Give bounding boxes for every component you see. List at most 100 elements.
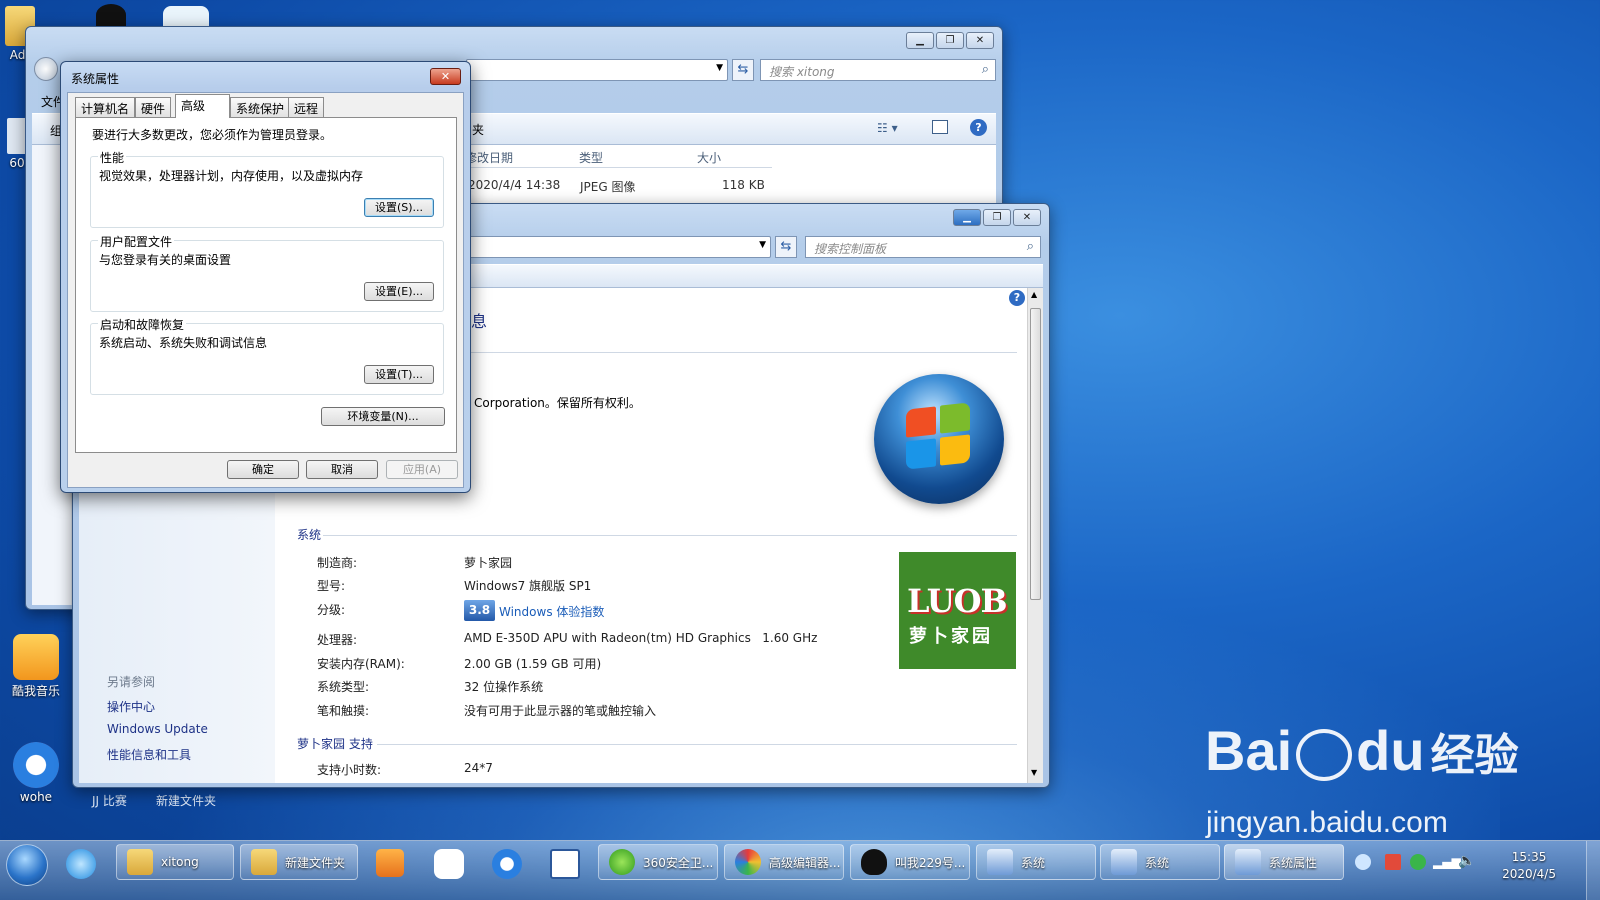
baidu-watermark: Bai du 经验 (1205, 719, 1519, 782)
tab-system-protection[interactable]: 系统保护 (230, 97, 291, 117)
cancel-button[interactable]: 取消 (306, 460, 378, 479)
start-button[interactable] (6, 844, 48, 886)
tab-remote[interactable]: 远程 (288, 97, 325, 117)
experience-index-link[interactable]: Windows 体验指数 (499, 603, 604, 620)
environment-variables-button[interactable]: 环境变量(N)... (321, 407, 445, 426)
link-performance-tools[interactable]: 性能信息和工具 (107, 746, 191, 763)
qq-desktop-icon[interactable] (96, 4, 126, 26)
info-support-hours: 24*7 (464, 761, 493, 775)
tab-computer-name[interactable]: 计算机名 (75, 97, 136, 117)
system-icon (987, 849, 1013, 875)
minimize-button[interactable]: ▁ (906, 32, 934, 49)
info-label: 安装内存(RAM): (317, 657, 405, 671)
back-button[interactable] (34, 57, 58, 81)
maximize-button[interactable]: ❐ (936, 32, 964, 49)
startup-recovery-group: 启动和故障恢复 系统启动、系统失败和调试信息 设置(T)... (90, 316, 444, 395)
ok-button[interactable]: 确定 (227, 460, 299, 479)
tray-volume-icon[interactable]: 🔈 (1458, 853, 1475, 869)
taskbar-item-new-folder[interactable]: 新建文件夹 (240, 844, 358, 880)
view-options-icon[interactable]: ☷ ▾ (877, 121, 898, 135)
info-pen-touch: 没有可用于此显示器的笔或触控输入 (464, 704, 657, 718)
see-also-title: 另请参阅 (107, 675, 156, 689)
scrollbar-thumb[interactable] (1030, 308, 1041, 600)
desktop-label-jj[interactable]: JJ 比赛 (92, 792, 127, 809)
maximize-button[interactable]: ❐ (983, 209, 1011, 226)
desktop-icon-wohe[interactable]: wohe (6, 742, 66, 804)
tray-signal-icon[interactable]: ▂▄▆ (1433, 855, 1461, 869)
refresh-icon[interactable]: ⇆ (775, 236, 797, 258)
oem-logo-brand: LUOB (907, 582, 1008, 620)
help-icon[interactable]: ? (970, 119, 987, 136)
tab-hardware[interactable]: 硬件 (135, 97, 172, 117)
performance-settings-button[interactable]: 设置(S)... (364, 198, 434, 217)
system-properties-dialog[interactable]: 系统属性 ✕ 计算机名 硬件 高级 系统保护 远程 要进行大多数更改，您必须作为… (60, 61, 471, 493)
tray-360-icon[interactable] (1410, 854, 1426, 870)
app-desktop-icon[interactable] (163, 6, 209, 26)
refresh-icon[interactable]: ⇆ (732, 59, 754, 81)
taskbar-item-system-properties[interactable]: 系统属性 (1224, 844, 1344, 880)
explorer-search-input[interactable]: 搜索 xitong ⌕ (760, 59, 996, 81)
editor-icon (735, 849, 761, 875)
taskbar-item-360[interactable]: 360安全卫... (598, 844, 718, 880)
ie-icon[interactable] (66, 849, 96, 879)
user-profiles-desc: 与您登录有关的桌面设置 (99, 253, 232, 267)
taskbar-item-editor[interactable]: 高级编辑器... (724, 844, 844, 880)
user-profiles-settings-button[interactable]: 设置(E)... (364, 282, 434, 301)
taskbar-item-qq[interactable]: 叫我229号... (850, 844, 970, 880)
column-date[interactable]: 修改日期 (465, 149, 513, 166)
link-action-center[interactable]: 操作中心 (107, 698, 155, 715)
link-windows-update[interactable]: Windows Update (107, 722, 208, 736)
column-type[interactable]: 类型 (579, 149, 603, 166)
help-icon[interactable]: ? (1009, 290, 1025, 306)
row-date: 2020/4/4 14:38 (468, 178, 561, 192)
close-button[interactable]: ✕ (966, 32, 994, 49)
color-app-icon[interactable] (434, 849, 464, 879)
info-label: 分级: (317, 603, 346, 617)
taskbar-item-xitong[interactable]: xitong (116, 844, 234, 880)
scroll-up-icon[interactable]: ▲ (1031, 290, 1037, 299)
user-profiles-group: 用户配置文件 与您登录有关的桌面设置 设置(E)... (90, 233, 444, 312)
address-bar[interactable]: ▼ (466, 59, 728, 81)
close-button[interactable]: ✕ (1013, 209, 1041, 226)
folder-icon (251, 849, 277, 875)
search-icon[interactable]: ⌕ (982, 62, 989, 77)
pane-header-partial: 夹 (472, 123, 485, 137)
taskbar-item-system-1[interactable]: 系统 (976, 844, 1096, 880)
tray-network-icon[interactable] (1355, 854, 1371, 870)
minimize-button[interactable]: ▁ (953, 209, 981, 226)
search-icon[interactable]: ⌕ (1027, 239, 1034, 254)
row-size: 118 KB (722, 178, 765, 192)
experience-index-badge[interactable]: 3.8 (464, 600, 495, 621)
word-icon[interactable] (550, 849, 580, 879)
taskbar-clock[interactable]: 15:35 2020/4/5 (1502, 849, 1556, 883)
info-label: 支持小时数: (317, 763, 382, 777)
scrollbar[interactable]: ▲ ▼ (1027, 288, 1043, 783)
chevron-down-icon[interactable]: ▼ (759, 240, 766, 250)
scroll-down-icon[interactable]: ▼ (1031, 768, 1037, 777)
oem-logo: LUOB 萝卜家园 (899, 552, 1016, 669)
control-panel-search-input[interactable]: 搜索控制面板 ⌕ (805, 236, 1041, 258)
column-size[interactable]: 大小 (697, 149, 721, 166)
sogou-icon[interactable] (492, 849, 522, 879)
address-bar[interactable]: ▼ (469, 236, 771, 258)
oem-logo-subtitle: 萝卜家园 (909, 626, 993, 647)
preview-pane-icon[interactable] (932, 120, 948, 134)
startup-recovery-settings-button[interactable]: 设置(T)... (364, 365, 434, 384)
apply-button[interactable]: 应用(A) (386, 460, 458, 479)
dialog-close-button[interactable]: ✕ (430, 68, 461, 85)
info-label: 处理器: (317, 633, 358, 647)
startup-recovery-title: 启动和故障恢复 (98, 316, 187, 333)
info-manufacturer: 萝卜家园 (464, 556, 513, 570)
tab-advanced[interactable]: 高级 (175, 94, 230, 118)
info-label: 制造商: (317, 556, 358, 570)
tray-input-icon[interactable] (1385, 854, 1401, 870)
taskbar-item-system-2[interactable]: 系统 (1100, 844, 1220, 880)
desktop-label-new-folder[interactable]: 新建文件夹 (156, 792, 216, 809)
media-player-icon[interactable] (376, 849, 404, 877)
admin-note: 要进行大多数更改，您必须作为管理员登录。 (92, 128, 333, 142)
desktop-icon-kuwo[interactable]: 酷我音乐 (6, 634, 66, 699)
system-section-title: 系统 (297, 528, 322, 542)
show-desktop-button[interactable] (1586, 841, 1600, 900)
baidu-watermark-url: jingyan.baidu.com (1206, 806, 1448, 839)
chevron-down-icon[interactable]: ▼ (716, 63, 723, 73)
